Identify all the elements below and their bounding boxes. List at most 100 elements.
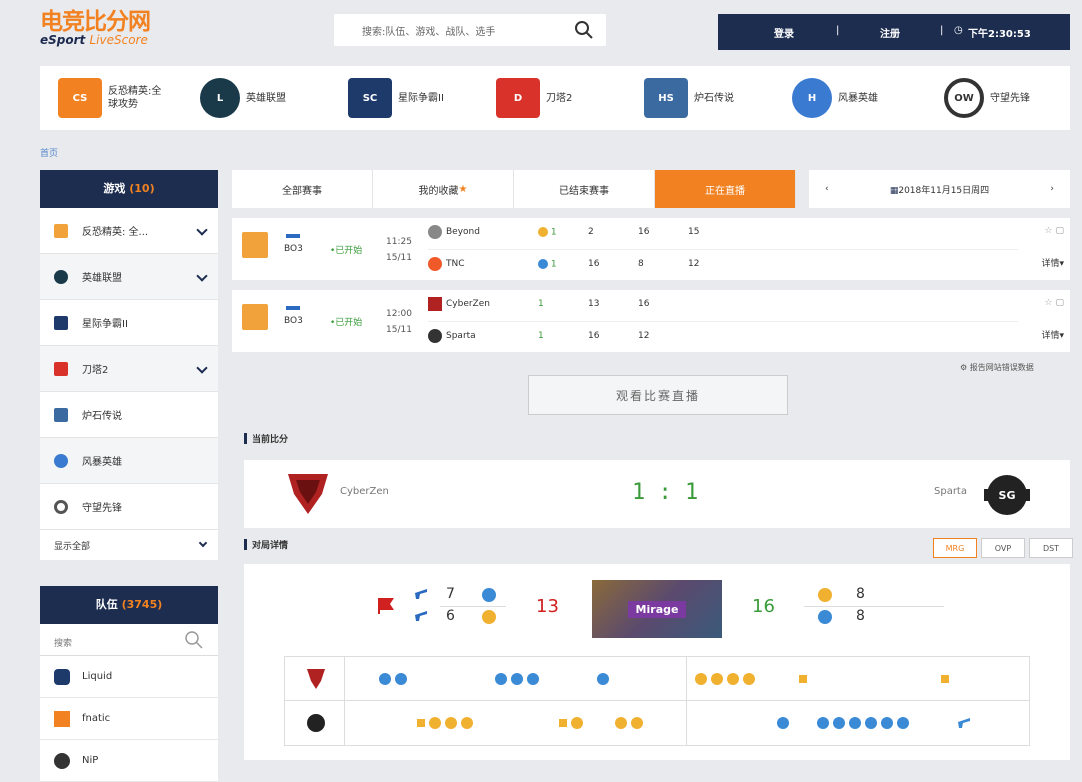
match-tabs: 全部赛事 我的收藏 ★ 已结束赛事 正在直播 — [232, 170, 796, 208]
breadcrumb[interactable]: 首页 — [40, 146, 58, 159]
tv-icon[interactable]: ▢ — [1055, 226, 1064, 236]
skull-icon — [865, 717, 877, 729]
section-title-label: 当前比分 — [252, 435, 289, 445]
dota2-icon — [54, 361, 68, 376]
watch-live-button[interactable]: 观看比赛直播 — [528, 375, 788, 415]
sidebar-item-dota2[interactable]: 刀塔2 — [40, 346, 218, 392]
team-name[interactable]: Sparta — [446, 331, 476, 341]
match-date: 15/11 — [386, 253, 412, 263]
chevron-down-icon[interactable] — [198, 538, 208, 548]
team-name: NiP — [82, 755, 99, 766]
game-label: 刀塔2 — [546, 92, 573, 104]
sidebar-item-sc2[interactable]: 星际争霸II — [40, 300, 218, 346]
favorite-star-icon[interactable]: ☆ — [1045, 298, 1053, 308]
team-search-input[interactable]: 搜索 — [40, 624, 218, 656]
detail-link[interactable]: 详情▾ — [1041, 256, 1064, 269]
liquid-logo-icon — [54, 668, 70, 685]
skull-icon — [527, 673, 539, 685]
team-item-liquid[interactable]: Liquid — [40, 656, 218, 698]
tab-live[interactable]: 正在直播 — [655, 170, 796, 208]
match-row[interactable]: BO3 •已开始 11:25 15/11 Beyond 1 2 16 15 TNC… — [232, 218, 1070, 280]
chevron-right-icon[interactable]: › — [1050, 184, 1054, 194]
game-csgo[interactable]: CS 反恐精英:全球攻势 — [58, 78, 168, 118]
search-box[interactable]: 搜索:队伍、游戏、战队、选手 — [334, 14, 606, 46]
sidebar-teams: 队伍 (3745) 搜索 Liquid fnatic NiP — [40, 586, 218, 782]
detail-link[interactable]: 详情▾ — [1041, 328, 1064, 341]
show-all-games[interactable]: 显示全部 — [40, 530, 218, 560]
search-icon[interactable] — [574, 20, 594, 40]
tv-icon[interactable]: ▢ — [1055, 298, 1064, 308]
map-button-dust[interactable]: DST — [1029, 538, 1073, 558]
lol-icon — [54, 269, 68, 284]
match-time: 12:00 — [386, 309, 412, 319]
date-label[interactable]: ▦2018年11月15日周四 — [890, 183, 989, 196]
sidebar-item-label: 刀塔2 — [82, 365, 109, 376]
game-dota2[interactable]: D 刀塔2 — [496, 78, 572, 118]
game-hearthstone[interactable]: HS 炉石传说 — [644, 78, 734, 118]
chevron-down-icon[interactable] — [196, 362, 208, 374]
search-input[interactable]: 搜索:队伍、游戏、战队、选手 — [362, 23, 495, 38]
t-side-icon — [818, 588, 832, 602]
tab-finished[interactable]: 已结束赛事 — [514, 170, 655, 208]
sidebar-item-overwatch[interactable]: 守望先锋 — [40, 484, 218, 530]
skull-icon — [695, 673, 707, 685]
map-button-mirage[interactable]: MRG — [933, 538, 977, 558]
map-score: 1 — [538, 299, 544, 309]
skull-icon — [711, 673, 723, 685]
skull-icon — [897, 717, 909, 729]
sc2-icon: SC — [348, 78, 392, 118]
round-row-sparta — [285, 701, 1029, 745]
heroes-icon — [54, 453, 68, 468]
report-error-link[interactable]: ⚙ 报告网站错误数据 — [960, 362, 1034, 373]
hearthstone-icon: HS — [644, 78, 688, 118]
game-sc2[interactable]: SC 星际争霸II — [348, 78, 444, 118]
team-name[interactable]: TNC — [446, 259, 465, 269]
game-lol[interactable]: L 英雄联盟 — [200, 78, 286, 118]
search-icon[interactable] — [184, 630, 204, 650]
map-button-overpass[interactable]: OVP — [981, 538, 1025, 558]
bomb-icon — [417, 719, 425, 727]
game-nav: CS 反恐精英:全球攻势 L 英雄联盟 SC 星际争霸II D 刀塔2 HS 炉… — [40, 66, 1070, 130]
bomb-icon — [799, 675, 807, 683]
game-heroes[interactable]: H 风暴英雄 — [792, 78, 878, 118]
site-logo[interactable]: 电竞比分网 eSport LiveScore — [40, 9, 151, 47]
game-overwatch[interactable]: OW 守望先锋 — [944, 78, 1030, 118]
flag-icon — [378, 598, 394, 614]
t-side-icon — [482, 610, 496, 624]
team-item-nip[interactable]: NiP — [40, 740, 218, 782]
register-link[interactable]: 注册 — [880, 25, 900, 40]
skull-icon — [631, 717, 643, 729]
logo-cn: 电竞比分网 — [40, 9, 151, 35]
sidebar-item-csgo[interactable]: 反恐精英: 全... — [40, 208, 218, 254]
games-header: 游戏 (10) — [40, 170, 218, 208]
skull-icon — [833, 717, 845, 729]
chevron-left-icon[interactable]: ‹ — [825, 184, 829, 194]
sidebar-item-hearthstone[interactable]: 炉石传说 — [40, 392, 218, 438]
match-row[interactable]: BO3 •已开始 12:00 15/11 CyberZen 1 13 16 Spa… — [232, 290, 1070, 352]
t-side-icon — [538, 226, 548, 237]
team-name[interactable]: CyberZen — [446, 299, 490, 309]
match-format: BO3 — [284, 306, 303, 326]
map-score: 1 — [550, 259, 557, 270]
sidebar-item-heroes[interactable]: 风暴英雄 — [40, 438, 218, 484]
csgo-icon — [54, 223, 68, 238]
beyond-logo-icon — [428, 225, 442, 239]
dota2-icon: D — [496, 78, 540, 118]
sparta-logo-icon: SG — [984, 475, 1030, 515]
team-item-fnatic[interactable]: fnatic — [40, 698, 218, 740]
tab-favorites-label: 我的收藏 — [418, 185, 459, 197]
sidebar-games: 游戏 (10) 反恐精英: 全... 英雄联盟 星际争霸II 刀塔2 炉石传说 … — [40, 170, 218, 560]
sidebar-item-lol[interactable]: 英雄联盟 — [40, 254, 218, 300]
login-link[interactable]: 登录 — [774, 25, 794, 40]
team2-name[interactable]: Sparta — [934, 486, 967, 497]
tab-favorites[interactable]: 我的收藏 ★ — [373, 170, 514, 208]
chevron-down-icon[interactable] — [196, 270, 208, 282]
favorite-star-icon[interactable]: ☆ — [1045, 226, 1053, 236]
team-name[interactable]: Beyond — [446, 227, 480, 237]
map1-score: 13 — [588, 299, 600, 309]
tab-all-matches[interactable]: 全部赛事 — [232, 170, 373, 208]
cyberzen-logo-icon — [428, 297, 442, 311]
team1-name[interactable]: CyberZen — [340, 486, 389, 497]
teams-count: (3745) — [121, 598, 163, 611]
chevron-down-icon[interactable] — [196, 224, 208, 236]
